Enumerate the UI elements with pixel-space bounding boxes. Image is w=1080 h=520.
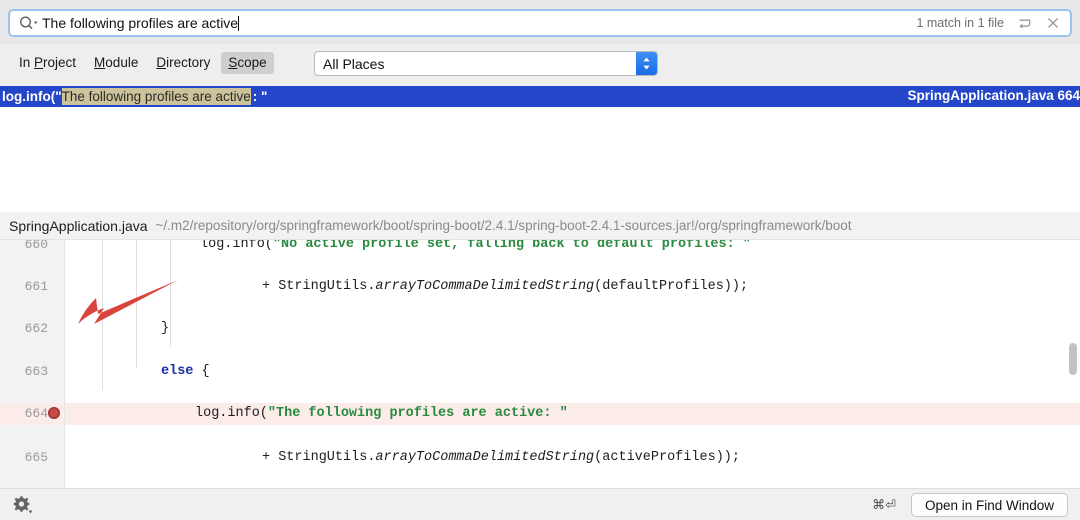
breakpoint-icon[interactable] [48,407,60,419]
keyboard-shortcut-label: ⌘⏎ [872,497,896,513]
scope-toolbar: In Project Module Directory Scope All Pl… [0,44,1080,86]
code-line: 662 } [0,318,1080,339]
line-content: + StringUtils.arrayToCommaDelimitedStrin… [262,276,748,297]
code-line: 665 + StringUtils.arrayToCommaDelimitedS… [0,447,1080,468]
editor-scrollbar[interactable] [1066,240,1080,488]
line-content: } [161,318,169,339]
search-query-value: The following profiles are active [42,15,238,31]
code-line: 664 log.info("The following profiles are… [0,403,1080,425]
line-number: 664 [0,403,48,425]
scope-tab-scope[interactable]: Scope [221,52,273,74]
code-line: 661 + StringUtils.arrayToCommaDelimitedS… [0,276,1080,297]
code-lines: 660 log.info("No active profile set, fal… [0,240,1080,488]
preview-file-name: SpringApplication.java [9,218,148,234]
search-input[interactable]: The following profiles are active 1 matc… [8,9,1072,37]
line-number: 663 [0,361,48,382]
line-content: else { [161,361,210,382]
gutter-divider [64,240,65,488]
line-number: 665 [0,447,48,468]
line-number: 661 [0,276,48,297]
code-line: 663 else { [0,361,1080,382]
result-row[interactable]: log.info("The following profiles are act… [0,86,1080,107]
line-number: 660 [0,240,48,255]
line-number: 662 [0,318,48,339]
scope-tab-module[interactable]: Module [87,52,145,74]
scope-select-value: All Places [315,56,636,72]
find-in-path-dialog: The following profiles are active 1 matc… [0,0,1080,520]
line-content: log.info("The following profiles are act… [195,403,568,425]
text-caret [238,16,239,31]
scope-tab-directory[interactable]: Directory [149,52,217,74]
preview-header: SpringApplication.java ~/.m2/repository/… [0,212,1080,240]
search-bar: The following profiles are active 1 matc… [0,0,1080,44]
scope-tab-list: In Project Module Directory Scope [12,52,274,74]
dialog-footer: ⌘⏎ Open in Find Window [0,488,1080,520]
gear-icon[interactable] [12,495,34,515]
scope-select[interactable]: All Places [314,51,658,76]
scope-tab-in-project[interactable]: In Project [12,52,83,74]
match-count-label: 1 match in 1 file [916,16,1004,30]
results-list[interactable]: log.info("The following profiles are act… [0,86,1080,212]
result-file-location: SpringApplication.java 664 [907,88,1080,103]
result-snippet-match: The following profiles are active [62,88,251,105]
line-content: log.info("No active profile set, falling… [200,240,751,255]
close-icon[interactable] [1042,13,1064,33]
scrollbar-thumb[interactable] [1069,343,1077,375]
result-snippet-suffix: : " [253,89,268,104]
search-icon[interactable] [18,15,38,31]
wrap-around-icon[interactable] [1014,13,1036,33]
open-in-find-window-button[interactable]: Open in Find Window [911,493,1068,517]
preview-file-path: ~/.m2/repository/org/springframework/boo… [156,218,852,233]
code-preview[interactable]: 660 log.info("No active profile set, fal… [0,240,1080,488]
result-snippet-prefix: log.info(" [2,89,62,104]
search-query-text: The following profiles are active [42,15,916,31]
line-content: + StringUtils.arrayToCommaDelimitedStrin… [262,447,740,468]
chevron-updown-icon[interactable] [636,52,657,75]
code-line: 660 log.info("No active profile set, fal… [0,240,1080,255]
